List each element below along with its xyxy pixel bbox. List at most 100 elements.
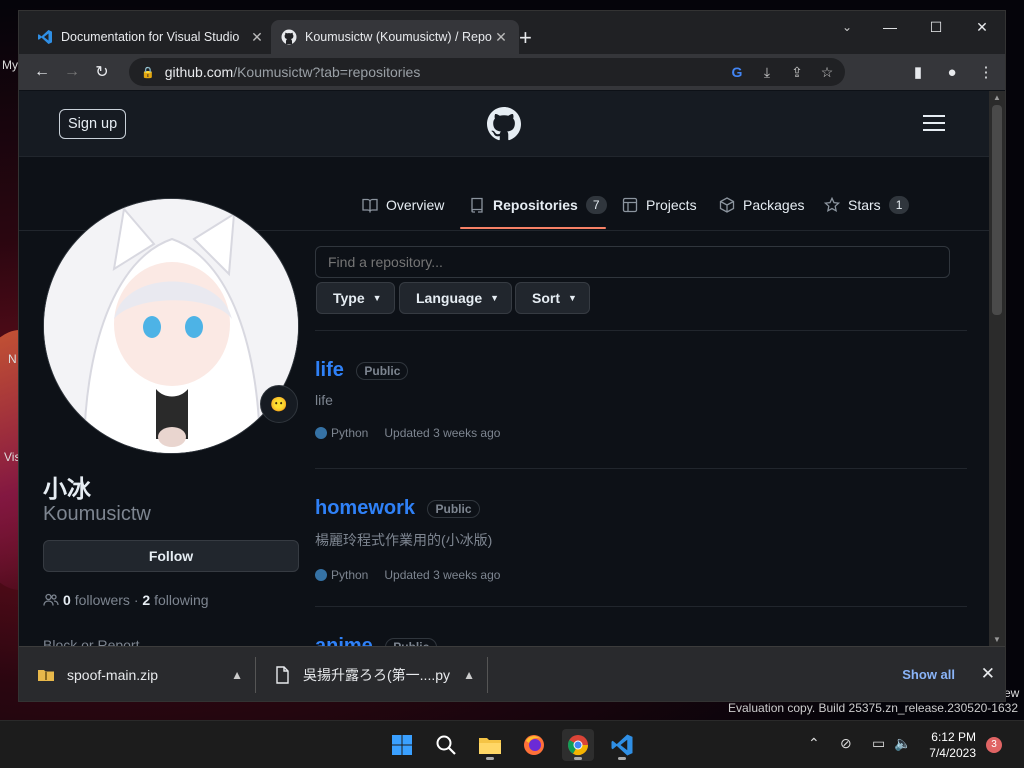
chevron-up-icon[interactable]: ▲: [463, 668, 475, 682]
start-button[interactable]: [386, 729, 418, 761]
install-app-icon[interactable]: ⤓: [759, 64, 775, 81]
window-controls: — ☐ ✕: [867, 11, 1005, 43]
follow-button[interactable]: Follow: [43, 540, 299, 572]
file-explorer-button[interactable]: [474, 729, 506, 761]
caret-down-icon: ▼: [490, 293, 500, 303]
tab-documentation[interactable]: Documentation for Visual Studio ✕: [27, 20, 275, 54]
notification-badge[interactable]: 3: [986, 737, 1002, 753]
profile-username: Koumusictw: [43, 503, 151, 525]
display-icon[interactable]: ▭: [872, 735, 885, 752]
clock[interactable]: 6:12 PM 7/4/2023: [929, 729, 976, 761]
taskbar-search-button[interactable]: [430, 729, 462, 761]
page-scrollbar[interactable]: ▲ ▼: [989, 91, 1005, 646]
close-icon[interactable]: ✕: [981, 664, 995, 684]
chevron-up-icon[interactable]: ⌃: [808, 735, 820, 752]
tab-overview[interactable]: Overview: [362, 195, 444, 215]
volume-icon[interactable]: 🔈: [894, 735, 911, 752]
side-panel-icon[interactable]: ▮: [905, 58, 931, 86]
repo-meta: Python Updated 3 weeks ago: [315, 568, 967, 582]
scrollbar-thumb[interactable]: [992, 105, 1002, 315]
minimize-button[interactable]: —: [867, 11, 913, 43]
sign-up-button[interactable]: Sign up: [59, 109, 127, 139]
type-filter-button[interactable]: Type ▼: [316, 282, 395, 314]
sort-filter-button[interactable]: Sort ▼: [515, 282, 590, 314]
forward-button[interactable]: →: [57, 58, 87, 86]
google-icon[interactable]: G: [729, 64, 745, 81]
tab-projects[interactable]: Projects: [622, 195, 697, 215]
windows-icon: [392, 735, 412, 755]
filter-label: Sort: [532, 290, 560, 306]
back-button[interactable]: ←: [27, 58, 57, 86]
close-window-button[interactable]: ✕: [959, 11, 1005, 43]
chrome-button[interactable]: [562, 729, 594, 761]
tab-packages[interactable]: Packages: [719, 195, 804, 215]
star-icon: [824, 197, 840, 213]
new-tab-button[interactable]: +: [519, 25, 532, 51]
avatar[interactable]: [43, 198, 299, 454]
avatar-illustration: [44, 199, 298, 453]
chevron-down-icon[interactable]: ⌄: [837, 17, 857, 37]
show-all-downloads-button[interactable]: Show all: [902, 667, 955, 682]
address-bar[interactable]: 🔒 github.com/Koumusictw?tab=repositories…: [129, 58, 845, 86]
repo-name-link[interactable]: life: [315, 359, 344, 382]
download-item[interactable]: 吳揚升露ろろ(第一....py ▲: [273, 655, 483, 695]
zip-folder-icon: [38, 670, 54, 681]
desktop-icon-label[interactable]: My: [2, 58, 18, 72]
repo-description: 楊麗玲程式作業用的(小冰版): [315, 532, 493, 548]
language-filter-button[interactable]: Language ▼: [399, 282, 513, 314]
evaluation-watermark: Evaluation copy. Build 25375.zn_release.…: [728, 701, 1018, 715]
close-icon[interactable]: ✕: [249, 29, 265, 46]
tab-stars[interactable]: Stars 1: [824, 195, 910, 215]
repo-search-input[interactable]: [315, 246, 950, 278]
package-icon: [719, 197, 735, 213]
maximize-button[interactable]: ☐: [913, 11, 959, 43]
download-shelf: spoof-main.zip ▲ 吳揚升露ろろ(第一....py ▲ Show …: [19, 646, 1005, 701]
share-icon[interactable]: ⇪: [789, 64, 805, 81]
github-page: Sign up Overview Repositories 7 Projects: [19, 91, 991, 646]
caret-down-icon: ▼: [568, 293, 577, 303]
repo-name-link[interactable]: homework: [315, 497, 415, 520]
profile-icon[interactable]: ●: [939, 58, 965, 86]
list-item: homework Public 楊麗玲程式作業用的(小冰版) Python Up…: [315, 497, 967, 582]
divider: [315, 606, 967, 607]
following-link[interactable]: 2 following: [142, 592, 208, 608]
people-icon: [43, 593, 59, 606]
firefox-button[interactable]: [518, 729, 550, 761]
tab-github-repos[interactable]: Koumusictw (Koumusictw) / Repo ✕: [271, 20, 519, 54]
firefox-icon: [524, 735, 544, 755]
vscode-button[interactable]: [606, 729, 638, 761]
network-off-icon[interactable]: ⊘: [840, 735, 852, 752]
tab-strip: Documentation for Visual Studio ✕ Koumus…: [19, 11, 1005, 54]
visibility-badge: Public: [385, 637, 438, 646]
followers-label: followers: [74, 592, 130, 608]
scroll-down-arrow[interactable]: ▼: [989, 635, 1005, 644]
close-icon[interactable]: ✕: [493, 29, 509, 46]
repo-name-link[interactable]: anime: [315, 635, 373, 646]
tab-repositories[interactable]: Repositories 7: [469, 195, 607, 215]
tab-title: Koumusictw (Koumusictw) / Repo: [305, 30, 492, 44]
list-item: anime Public: [315, 635, 967, 646]
github-logo-icon[interactable]: [487, 107, 521, 141]
following-label: following: [154, 592, 209, 608]
clock-date: 7/4/2023: [929, 746, 976, 760]
status-emoji-button[interactable]: 😶: [260, 385, 298, 423]
followers-link[interactable]: 0 followers: [63, 592, 130, 608]
download-item[interactable]: spoof-main.zip ▲: [37, 655, 251, 695]
reload-button[interactable]: ↻: [87, 58, 117, 86]
lock-icon[interactable]: 🔒: [141, 66, 155, 79]
language-color-dot: [315, 569, 327, 581]
profile-display-name: 小冰: [43, 476, 91, 503]
menu-kebab-icon[interactable]: ⋮: [973, 58, 999, 86]
chevron-up-icon[interactable]: ▲: [231, 668, 243, 682]
repo-meta: Python Updated 3 weeks ago: [315, 426, 967, 440]
browser-window: Documentation for Visual Studio ✕ Koumus…: [18, 10, 1006, 702]
bookmark-star-icon[interactable]: ☆: [819, 64, 835, 81]
scroll-up-arrow[interactable]: ▲: [989, 93, 1005, 102]
block-report-link[interactable]: Block or Report: [43, 637, 139, 646]
desktop-icon-label[interactable]: N: [8, 352, 17, 366]
table-icon: [622, 197, 638, 213]
stars-count-badge: 1: [888, 196, 910, 214]
followers-count: 0: [63, 592, 71, 608]
hamburger-menu-icon[interactable]: [923, 115, 945, 131]
divider: [255, 657, 256, 693]
